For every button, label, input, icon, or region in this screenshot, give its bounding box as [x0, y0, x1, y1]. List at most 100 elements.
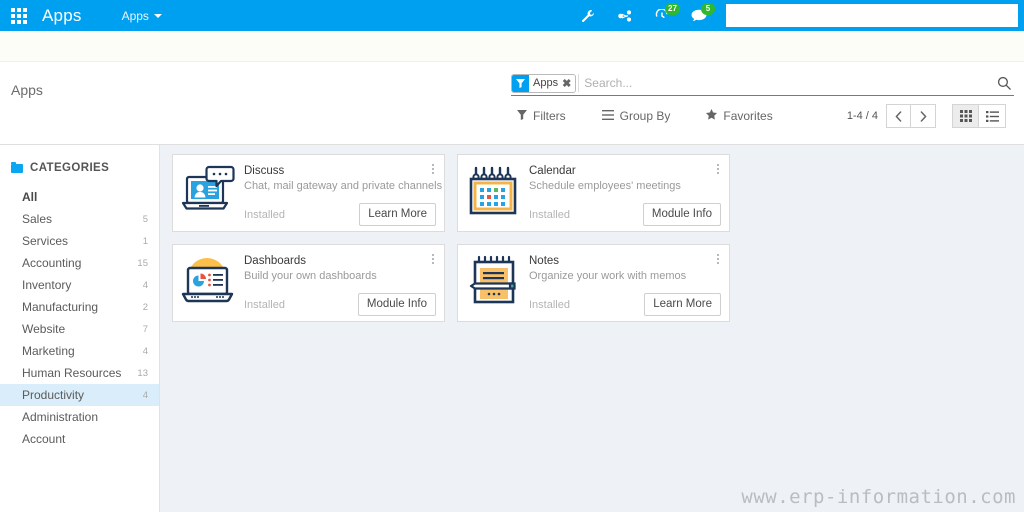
app-title: Dashboards	[244, 255, 307, 267]
sidebar-item-label: Services	[22, 234, 69, 248]
filters-label: Filters	[533, 109, 566, 123]
learn-more-button[interactable]: Learn More	[359, 203, 436, 226]
view-switcher	[952, 104, 1006, 128]
card-menu-icon[interactable]	[713, 161, 723, 177]
card-footer: Installed Learn More	[244, 203, 436, 226]
pager-count: 1-4 / 4	[846, 110, 878, 122]
app-status: Installed	[244, 208, 285, 221]
card-menu-icon[interactable]	[713, 251, 723, 267]
sidebar-item-count: 2	[142, 301, 148, 313]
sidebar-item-services[interactable]: Services 1	[0, 230, 159, 252]
categories-list: All Sales 5 Services 1 Accounting 15 Inv…	[0, 186, 159, 450]
app-card-calendar[interactable]: Calendar Schedule employees' meetings In…	[457, 154, 730, 232]
kanban-grid-view-button[interactable]	[952, 104, 979, 128]
pager-buttons	[886, 104, 936, 128]
sidebar-item-label: Administration	[22, 410, 99, 424]
filter-icon	[517, 109, 527, 123]
app-title: Calendar	[529, 165, 576, 177]
sidebar-item-label: Sales	[22, 212, 53, 226]
card-body: Calendar Schedule employees' meetings In…	[529, 162, 721, 226]
app-title: Notes	[529, 255, 560, 267]
navbar-apps-menu-label: Apps	[121, 8, 149, 23]
sidebar-item-label: Human Resources	[22, 366, 122, 380]
filters-dropdown[interactable]: Filters	[517, 109, 566, 123]
list-view-button[interactable]	[979, 104, 1006, 128]
navbar-brand[interactable]: Apps	[42, 6, 82, 26]
sidebar-item-label: All	[22, 190, 38, 204]
sidebar-item-label: Account	[22, 432, 66, 446]
search-facet-apps[interactable]: Apps ✖	[511, 73, 577, 93]
categories-sidebar: CATEGORIES All Sales 5 Services 1 Accoun…	[0, 145, 160, 512]
sidebar-item-administration[interactable]: Administration	[0, 406, 159, 428]
card-footer: Installed Module Info	[244, 293, 436, 316]
sidebar-item-label: Website	[22, 322, 66, 336]
app-title: Discuss	[244, 165, 285, 177]
search-input[interactable]	[578, 74, 997, 92]
sidebar-item-all[interactable]: All	[0, 186, 159, 208]
app-status: Installed	[244, 298, 285, 311]
module-info-button[interactable]: Module Info	[642, 203, 721, 226]
groupby-dropdown[interactable]: Group By	[601, 109, 671, 123]
site-watermark: www.erp-information.com	[741, 486, 1016, 508]
wrench-icon[interactable]	[570, 0, 606, 31]
app-card-dashboards[interactable]: Dashboards Build your own dashboards Ins…	[172, 244, 445, 322]
app-description: Chat, mail gateway and private channels	[244, 180, 443, 192]
search-icon[interactable]	[997, 76, 1014, 90]
app-description: Organize your work with memos	[529, 270, 687, 282]
navbar-right-tools: 27 5	[570, 0, 1024, 31]
app-status: Installed	[529, 208, 570, 221]
close-x-icon[interactable]: ✖	[562, 74, 576, 92]
sidebar-item-sales[interactable]: Sales 5	[0, 208, 159, 230]
app-card-notes[interactable]: Notes Organize your work with memos Inst…	[457, 244, 730, 322]
app-status: Installed	[529, 298, 570, 311]
card-footer: Installed Learn More	[529, 293, 721, 316]
top-navbar: Apps Apps 27 5	[0, 0, 1024, 31]
sidebar-item-count: 4	[142, 345, 148, 357]
sidebar-item-manufacturing[interactable]: Manufacturing 2	[0, 296, 159, 318]
navbar-apps-menu[interactable]: Apps	[122, 9, 162, 23]
main-body: CATEGORIES All Sales 5 Services 1 Accoun…	[0, 145, 1024, 512]
chevron-down-icon	[153, 13, 162, 18]
sidebar-item-label: Marketing	[22, 344, 75, 358]
sidebar-item-count: 4	[142, 389, 148, 401]
notification-strip	[0, 31, 1024, 62]
sidebar-item-count: 1	[142, 235, 148, 247]
activity-clock-icon[interactable]: 27	[644, 0, 680, 31]
card-menu-icon[interactable]	[428, 251, 438, 267]
sidebar-item-count: 15	[137, 257, 148, 269]
calendar-app-icon	[465, 162, 523, 220]
breadcrumb[interactable]: Apps	[11, 82, 43, 98]
card-menu-icon[interactable]	[428, 161, 438, 177]
sidebar-item-productivity[interactable]: Productivity 4	[0, 384, 159, 406]
sidebar-item-website[interactable]: Website 7	[0, 318, 159, 340]
folder-icon	[11, 161, 23, 173]
dashboards-app-icon	[180, 252, 238, 310]
card-body: Notes Organize your work with memos Inst…	[529, 252, 721, 316]
search-toolbar: Filters Group By Favorites 1-4 / 4	[511, 100, 1014, 132]
search-area: Apps ✖ Filters	[511, 62, 1014, 132]
sidebar-item-count: 4	[142, 279, 148, 291]
sidebar-item-account[interactable]: Account	[0, 428, 159, 450]
messages-chat-icon[interactable]: 5	[680, 0, 718, 31]
activity-count-badge: 27	[665, 3, 680, 15]
app-card-discuss[interactable]: Discuss Chat, mail gateway and private c…	[172, 154, 445, 232]
module-info-button[interactable]: Module Info	[357, 293, 436, 316]
debug-share-icon[interactable]	[606, 0, 644, 31]
navbar-search-input[interactable]	[726, 4, 1018, 27]
sidebar-item-accounting[interactable]: Accounting 15	[0, 252, 159, 274]
sidebar-item-label: Productivity	[22, 388, 85, 402]
discuss-app-icon	[180, 162, 238, 220]
sidebar-item-marketing[interactable]: Marketing 4	[0, 340, 159, 362]
categories-header: CATEGORIES	[0, 157, 159, 179]
sidebar-item-inventory[interactable]: Inventory 4	[0, 274, 159, 296]
favorites-dropdown[interactable]: Favorites	[706, 109, 773, 123]
sidebar-item-label: Inventory	[22, 278, 72, 292]
learn-more-button[interactable]: Learn More	[644, 293, 721, 316]
groupby-label: Group By	[619, 109, 671, 123]
grid-menu-icon[interactable]	[4, 0, 34, 31]
notes-app-icon	[465, 252, 523, 310]
categories-header-label: CATEGORIES	[30, 162, 110, 174]
sidebar-item-human-resources[interactable]: Human Resources 13	[0, 362, 159, 384]
chevron-right-icon[interactable]	[911, 104, 936, 128]
chevron-left-icon[interactable]	[886, 104, 911, 128]
